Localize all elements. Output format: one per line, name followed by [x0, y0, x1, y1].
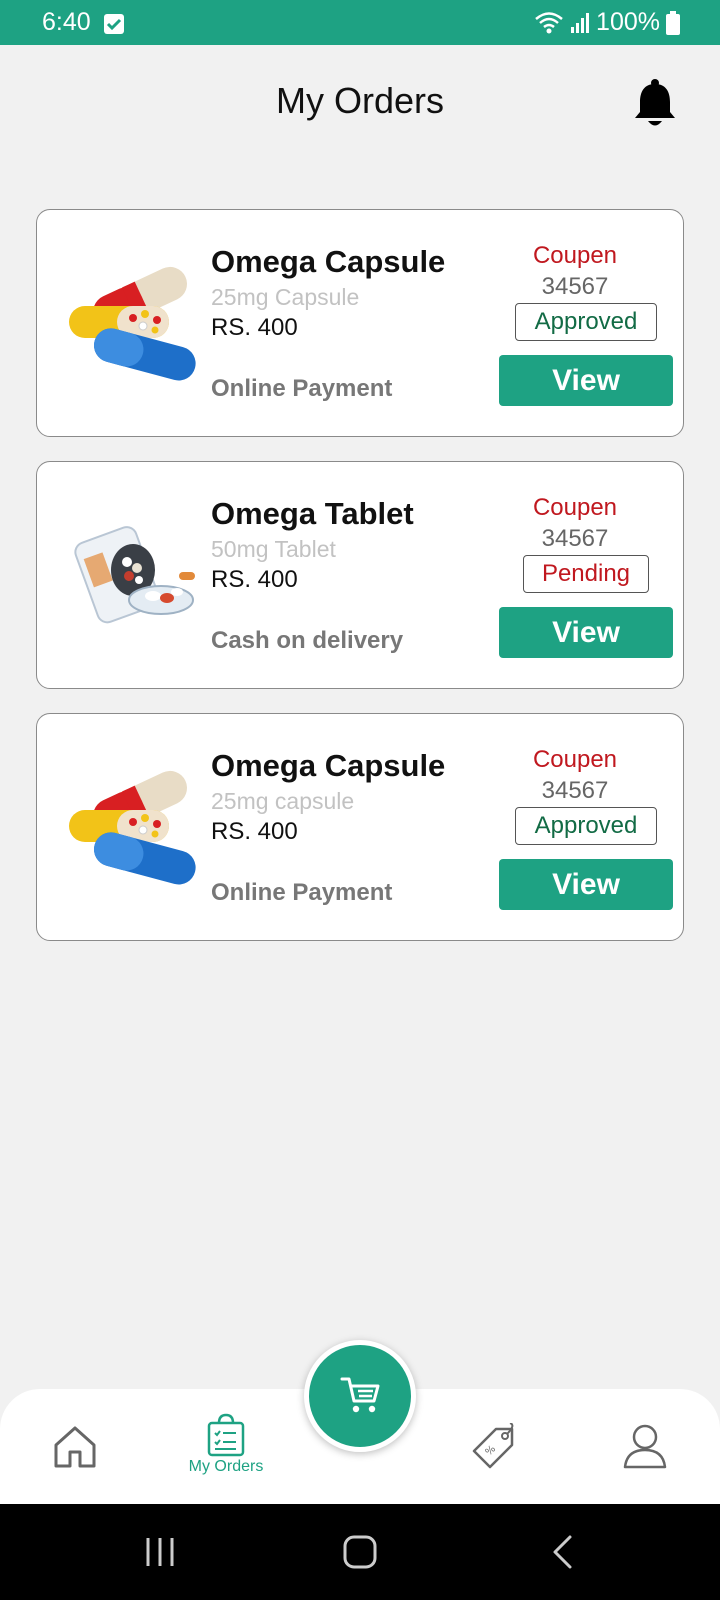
orders-bag-icon	[207, 1413, 245, 1457]
battery-icon	[666, 10, 680, 35]
nav-home[interactable]	[28, 1389, 124, 1504]
system-nav-bar	[0, 1504, 720, 1600]
svg-text:%: %	[484, 1444, 499, 1459]
product-name: Omega Capsule	[211, 244, 446, 279]
payment-method: Online Payment	[211, 879, 393, 906]
view-button[interactable]: View	[499, 607, 673, 658]
battery-percent: 100%	[596, 8, 660, 36]
coupon-label: Coupen	[532, 242, 618, 269]
nav-my-orders[interactable]	[176, 1389, 276, 1504]
order-card: Omega Capsule 25mg Capsule RS. 400 Onlin…	[36, 209, 684, 437]
cart-button[interactable]	[304, 1340, 416, 1452]
capsule-image	[67, 760, 197, 890]
wifi-icon	[534, 11, 564, 35]
profile-icon	[623, 1424, 667, 1469]
view-button[interactable]: View	[499, 355, 673, 406]
status-badge: Approved	[515, 807, 657, 845]
back-icon[interactable]	[550, 1534, 574, 1570]
product-price: RS. 400	[211, 818, 298, 845]
home-icon	[54, 1426, 96, 1468]
home-circle-icon[interactable]	[342, 1534, 378, 1570]
product-price: RS. 400	[211, 566, 298, 593]
payment-method: Online Payment	[211, 375, 393, 402]
status-indicators: 100%	[534, 8, 680, 37]
coupon-code: 34567	[541, 777, 609, 804]
status-time: 6:40	[42, 8, 91, 36]
page-title: My Orders	[275, 80, 444, 121]
order-card: Omega Capsule 25mg capsule RS. 400 Onlin…	[36, 713, 684, 941]
nav-offers[interactable]: %	[450, 1389, 540, 1504]
tablet-bottle-image	[67, 508, 197, 638]
nav-label-my-orders: My Orders	[188, 1458, 264, 1475]
coupon-code: 34567	[541, 273, 609, 300]
product-subtitle: 50mg Tablet	[211, 536, 336, 562]
product-price: RS. 400	[211, 314, 298, 341]
bell-icon[interactable]	[632, 78, 678, 130]
cart-icon	[340, 1377, 380, 1413]
coupon-label: Coupen	[532, 746, 618, 773]
signal-icon	[570, 12, 590, 34]
status-badge: Pending	[523, 555, 649, 593]
view-button[interactable]: View	[499, 859, 673, 910]
order-card: Omega Tablet 50mg Tablet RS. 400 Cash on…	[36, 461, 684, 689]
product-name: Omega Tablet	[211, 496, 414, 531]
recent-apps-icon[interactable]	[144, 1536, 176, 1568]
notification-check-icon	[104, 14, 124, 34]
coupon-code: 34567	[541, 525, 609, 552]
nav-profile[interactable]	[600, 1389, 690, 1504]
payment-method: Cash on delivery	[211, 627, 404, 654]
capsule-image	[67, 256, 197, 386]
status-bar: 6:40 100%	[0, 0, 720, 45]
product-name: Omega Capsule	[211, 748, 446, 783]
product-subtitle: 25mg capsule	[211, 788, 355, 814]
status-badge: Approved	[515, 303, 657, 341]
product-subtitle: 25mg Capsule	[211, 284, 360, 310]
offers-tag-icon: %	[472, 1423, 514, 1469]
coupon-label: Coupen	[532, 494, 618, 521]
